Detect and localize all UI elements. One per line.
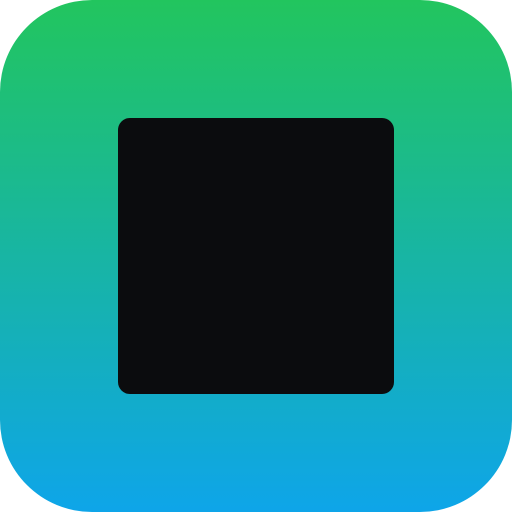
app-icon (0, 0, 512, 512)
stop-icon (118, 118, 394, 394)
